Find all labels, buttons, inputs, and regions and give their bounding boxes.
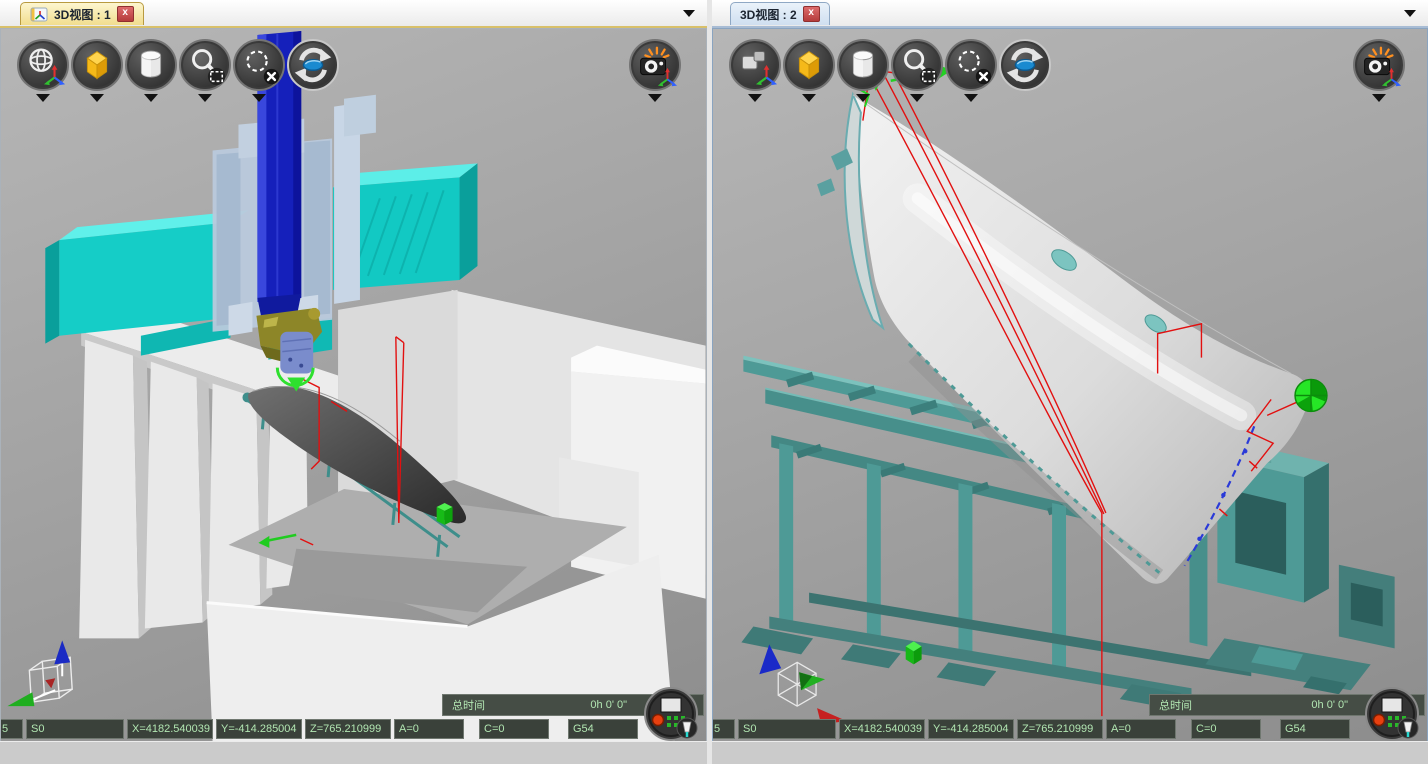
total-time-value: 0h 0' 0" — [1311, 699, 1348, 711]
deselect-button[interactable] — [233, 39, 285, 102]
dropdown-arrow-icon[interactable] — [1372, 94, 1386, 102]
status-x: X=4182.540039 — [127, 719, 213, 739]
view-toolbar — [729, 39, 1051, 102]
panel-bottom-strip — [712, 741, 1428, 764]
tab-title: 3D视图 : 1 — [54, 6, 111, 23]
tab-bar: 3D视图 : 2 x — [712, 0, 1428, 28]
machine-status-button[interactable] — [643, 686, 701, 742]
status-wcs: G54 — [1280, 719, 1350, 739]
view-panel-2: 3D视图 : 2 x — [712, 0, 1428, 764]
cylinder-view-icon — [839, 41, 887, 89]
dropdown-arrow-icon[interactable] — [856, 94, 870, 102]
cylinder-view-button[interactable] — [125, 39, 177, 102]
total-time-value: 0h 0' 0" — [590, 699, 627, 711]
workpiece-3d-scene — [713, 29, 1427, 741]
dropdown-arrow-icon[interactable] — [36, 94, 50, 102]
machine-control-icon — [1364, 686, 1422, 742]
axis-triad — [7, 640, 72, 706]
coordinate-status-row: 5 S0 X=4182.540039 Y=-414.285004 Z=765.2… — [713, 717, 1426, 740]
deselect-icon — [947, 41, 995, 89]
machine-control-icon — [643, 686, 701, 742]
cube-view-icon — [785, 41, 833, 89]
end-marker — [1295, 380, 1327, 412]
stock-marker-cube — [437, 503, 453, 525]
camera-capture-icon — [1355, 41, 1403, 89]
dropdown-arrow-icon[interactable] — [802, 94, 816, 102]
close-tab-button[interactable]: x — [117, 6, 134, 22]
camera-capture-button[interactable] — [629, 39, 681, 102]
dropdown-arrow-icon[interactable] — [648, 94, 662, 102]
cube-view-button[interactable] — [783, 39, 835, 102]
dropdown-arrow-icon[interactable] — [198, 94, 212, 102]
camera-capture-icon — [631, 41, 679, 89]
tab-3d-view-1[interactable]: 3D视图 : 1 x — [20, 2, 144, 25]
status-y: Y=-414.285004 — [928, 719, 1014, 739]
status-feed: 5 — [0, 719, 23, 739]
machine-status-button[interactable] — [1364, 686, 1422, 742]
tab-bar: 3D视图 : 1 x — [0, 0, 707, 28]
cube-view-icon — [73, 41, 121, 89]
refresh-view-icon — [1001, 41, 1049, 89]
dropdown-arrow-icon[interactable] — [964, 94, 978, 102]
zoom-button[interactable] — [891, 39, 943, 102]
status-spindle: S0 — [26, 719, 124, 739]
status-wcs: G54 — [568, 719, 638, 739]
model-components-button[interactable] — [729, 39, 781, 102]
view-panel-1: 3D视图 : 1 x — [0, 0, 707, 764]
cube-view-button[interactable] — [71, 39, 123, 102]
status-c: C=0 — [1191, 719, 1261, 739]
coordinate-status-row: 5 S0 X=4182.540039 Y=-414.285004 Z=765.2… — [1, 717, 705, 740]
cylinder-view-icon — [127, 41, 175, 89]
machine-3d-viewport[interactable]: 总时间 0h 0' 0" 5 S0 X=4182.540039 Y=-414.2… — [0, 28, 707, 742]
status-spindle: S0 — [738, 719, 836, 739]
refresh-view-button[interactable] — [999, 39, 1051, 102]
status-a: A=0 — [394, 719, 464, 739]
view-toolbar — [17, 39, 339, 102]
camera-capture-button[interactable] — [1353, 39, 1405, 102]
model-components-icon — [731, 41, 779, 89]
tab-list-arrow-icon[interactable] — [683, 10, 695, 17]
machine-3d-scene — [1, 29, 706, 741]
deselect-icon — [235, 41, 283, 89]
status-y: Y=-414.285004 — [216, 719, 302, 739]
view-orientation-button[interactable] — [17, 39, 69, 102]
dropdown-arrow-icon[interactable] — [90, 94, 104, 102]
status-a: A=0 — [1106, 719, 1176, 739]
refresh-view-icon — [289, 41, 337, 89]
zoom-icon — [181, 41, 229, 89]
dropdown-arrow-icon[interactable] — [144, 94, 158, 102]
3d-view-icon — [30, 7, 48, 22]
refresh-view-button[interactable] — [287, 39, 339, 102]
close-tab-button[interactable]: x — [803, 6, 820, 22]
status-z: Z=765.210999 — [1017, 719, 1103, 739]
total-time-label: 总时间 — [452, 697, 485, 713]
cylinder-view-button[interactable] — [837, 39, 889, 102]
deselect-button[interactable] — [945, 39, 997, 102]
status-z: Z=765.210999 — [305, 719, 391, 739]
panel-bottom-strip — [0, 741, 707, 764]
axis-triad — [759, 644, 847, 724]
tab-list-arrow-icon[interactable] — [1404, 10, 1416, 17]
dropdown-arrow-icon[interactable] — [910, 94, 924, 102]
zoom-icon — [893, 41, 941, 89]
status-feed: 5 — [712, 719, 735, 739]
status-c: C=0 — [479, 719, 549, 739]
total-time-label: 总时间 — [1159, 697, 1192, 713]
tab-title: 3D视图 : 2 — [740, 6, 797, 23]
status-x: X=4182.540039 — [839, 719, 925, 739]
dropdown-arrow-icon[interactable] — [748, 94, 762, 102]
zoom-button[interactable] — [179, 39, 231, 102]
workpiece-3d-viewport[interactable]: 总时间 0h 0' 0" 5 S0 X=4182.540039 Y=-414.2… — [712, 28, 1428, 742]
dropdown-arrow-icon[interactable] — [252, 94, 266, 102]
tab-3d-view-2[interactable]: 3D视图 : 2 x — [730, 2, 830, 25]
view-orientation-icon — [19, 41, 67, 89]
